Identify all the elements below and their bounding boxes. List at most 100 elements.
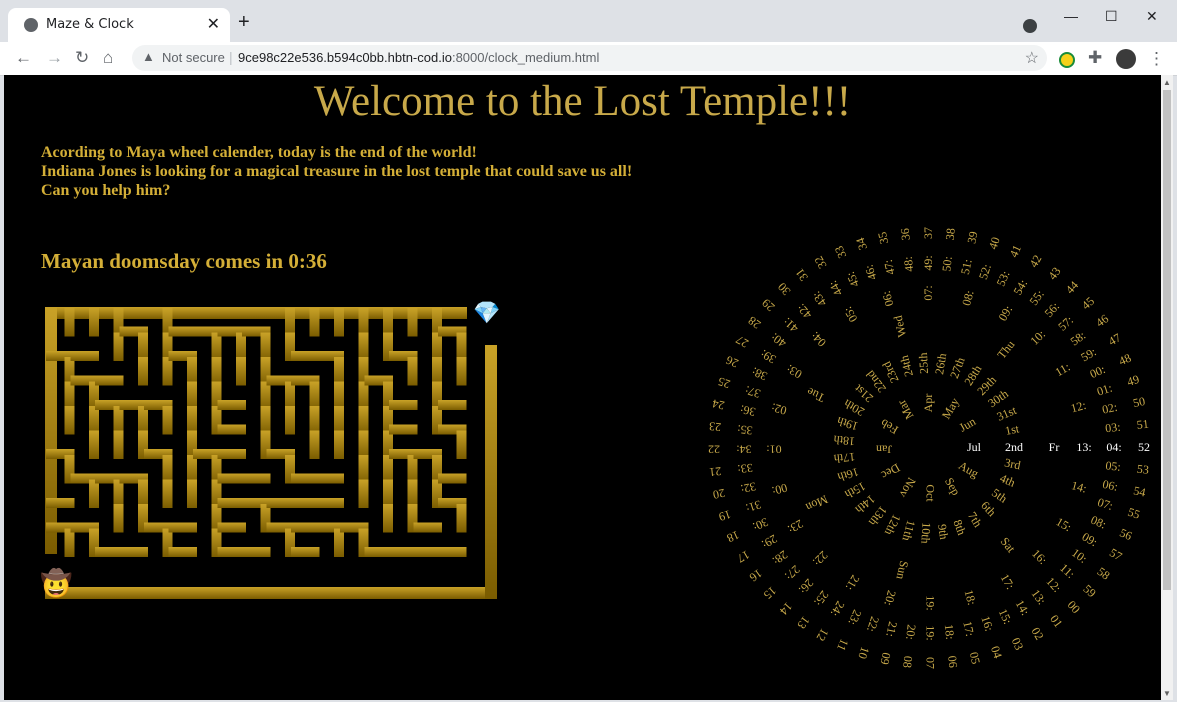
second-label: 32 xyxy=(811,254,829,271)
second-label: 36 xyxy=(898,228,913,241)
month-label: Dec xyxy=(879,461,903,483)
hour-label: 05: xyxy=(841,304,861,324)
hour-label: 22: xyxy=(810,548,831,569)
second-label: 48 xyxy=(1117,351,1134,369)
maze-wall xyxy=(383,308,393,337)
maze-wall xyxy=(89,406,99,435)
minute-label: 57: xyxy=(1055,313,1076,334)
maze-wall xyxy=(456,332,467,361)
second-label: 20 xyxy=(712,486,727,502)
maze-wall xyxy=(456,357,467,386)
minute-label: 26: xyxy=(796,576,817,597)
month-label: Jul xyxy=(967,440,982,454)
maximize-icon[interactable]: ☐ xyxy=(1105,8,1118,25)
bookmark-star-icon[interactable]: ☆ xyxy=(1025,48,1039,68)
maze-wall xyxy=(309,308,320,337)
month-label: Nov xyxy=(896,475,918,500)
maze[interactable] xyxy=(45,307,497,599)
second-label: 17 xyxy=(735,548,752,566)
hour-label: 10: xyxy=(1027,327,1048,348)
maze-wall xyxy=(334,430,344,459)
maze-wall xyxy=(285,308,295,337)
minute-label: 37: xyxy=(743,383,762,401)
forward-icon[interactable]: → xyxy=(46,48,63,68)
hour-label: 18: xyxy=(962,588,979,606)
maze-wall xyxy=(260,406,271,435)
minute-label: 20: xyxy=(903,624,919,641)
minimize-icon[interactable]: — xyxy=(1064,8,1078,24)
hour-label: 21: xyxy=(843,573,863,593)
maze-wall xyxy=(236,357,246,386)
scrollbar[interactable]: ▲ ▼ xyxy=(1161,75,1173,700)
second-label: 37 xyxy=(921,227,935,239)
maze-wall xyxy=(456,430,467,459)
month-label: Aug xyxy=(956,458,981,480)
minute-label: 15: xyxy=(996,607,1015,627)
second-label: 33 xyxy=(832,244,850,261)
maze-wall xyxy=(456,504,467,533)
back-icon[interactable]: ← xyxy=(15,48,32,68)
maze-wall xyxy=(291,351,320,361)
maze-walls xyxy=(45,307,497,599)
maze-wall xyxy=(334,308,344,337)
reload-icon[interactable]: ↻ xyxy=(75,48,89,68)
tab-search-icon[interactable] xyxy=(1023,19,1037,33)
maze-wall-bottom xyxy=(45,587,497,599)
hour-label: 00: xyxy=(770,481,788,498)
minute-label: 00: xyxy=(1088,362,1108,381)
window-close-icon[interactable]: ✕ xyxy=(1146,8,1158,25)
cowboy-icon[interactable]: 🤠 xyxy=(40,569,72,597)
menu-icon[interactable]: ⋮ xyxy=(1148,49,1165,69)
scrollbar-thumb[interactable] xyxy=(1163,90,1171,590)
extension-icon[interactable] xyxy=(1059,52,1075,68)
maze-wall-left xyxy=(45,307,57,554)
globe-icon xyxy=(24,18,38,32)
minute-label: 27: xyxy=(782,562,803,583)
scroll-up-icon[interactable]: ▲ xyxy=(1163,78,1171,87)
close-tab-icon[interactable]: ✕ xyxy=(207,14,220,34)
address-bar[interactable]: ▲ Not secure | 9ce98c22e536.b594c0bb.hbt… xyxy=(132,45,1047,71)
second-label: 19 xyxy=(717,507,733,524)
maze-wall xyxy=(113,406,124,435)
minute-label: 04: xyxy=(1106,440,1121,454)
security-label[interactable]: Not secure xyxy=(162,50,225,65)
home-icon[interactable]: ⌂ xyxy=(103,48,113,68)
intro-line: Indiana Jones is looking for a magical t… xyxy=(41,163,633,180)
maya-wheel-clock: Jan FebMar Apr MayJun Jul AugSep Oct NovDec 1st 2… xyxy=(708,227,1150,669)
maze-wall xyxy=(407,479,418,508)
minute-label: 43: xyxy=(809,289,829,310)
second-label: 56 xyxy=(1118,525,1135,543)
weekday-label: Sun xyxy=(894,560,912,581)
minute-label: 12: xyxy=(1043,574,1064,595)
day-label: 24th xyxy=(897,354,916,378)
minute-label: 56: xyxy=(1042,299,1063,320)
day-label: 25th xyxy=(916,352,931,374)
minute-label: 52: xyxy=(976,262,994,281)
maze-wall xyxy=(113,430,124,459)
scroll-down-icon[interactable]: ▼ xyxy=(1163,689,1171,698)
second-label: 51 xyxy=(1136,417,1149,432)
puzzle-icon[interactable]: ✚ xyxy=(1088,48,1102,68)
day-label: 7th xyxy=(965,509,985,529)
minute-label: 54: xyxy=(1011,277,1031,297)
avatar[interactable] xyxy=(1116,49,1136,69)
new-tab-icon[interactable]: + xyxy=(238,12,250,32)
second-label: 58 xyxy=(1095,564,1113,582)
maze-wall xyxy=(291,473,320,484)
second-label: 12 xyxy=(814,626,832,643)
maze-wall xyxy=(358,479,369,508)
warning-icon[interactable]: ▲ xyxy=(142,49,155,64)
maze-wall xyxy=(358,332,369,361)
browser-tab[interactable]: Maze & Clock ✕ xyxy=(8,8,230,42)
maze-wall xyxy=(334,357,344,386)
maze-wall xyxy=(389,400,418,410)
second-label: 49 xyxy=(1125,372,1141,389)
maze-wall-top xyxy=(45,307,467,319)
maze-wall xyxy=(162,479,173,508)
url-text[interactable]: 9ce98c22e536.b594c0bb.hbtn-cod.io:8000/c… xyxy=(238,50,599,65)
maze-wall xyxy=(113,479,124,508)
hour-label: 09: xyxy=(996,303,1016,323)
month-label: May xyxy=(939,395,962,421)
second-label: 55 xyxy=(1126,505,1142,522)
maze-wall xyxy=(358,381,369,410)
